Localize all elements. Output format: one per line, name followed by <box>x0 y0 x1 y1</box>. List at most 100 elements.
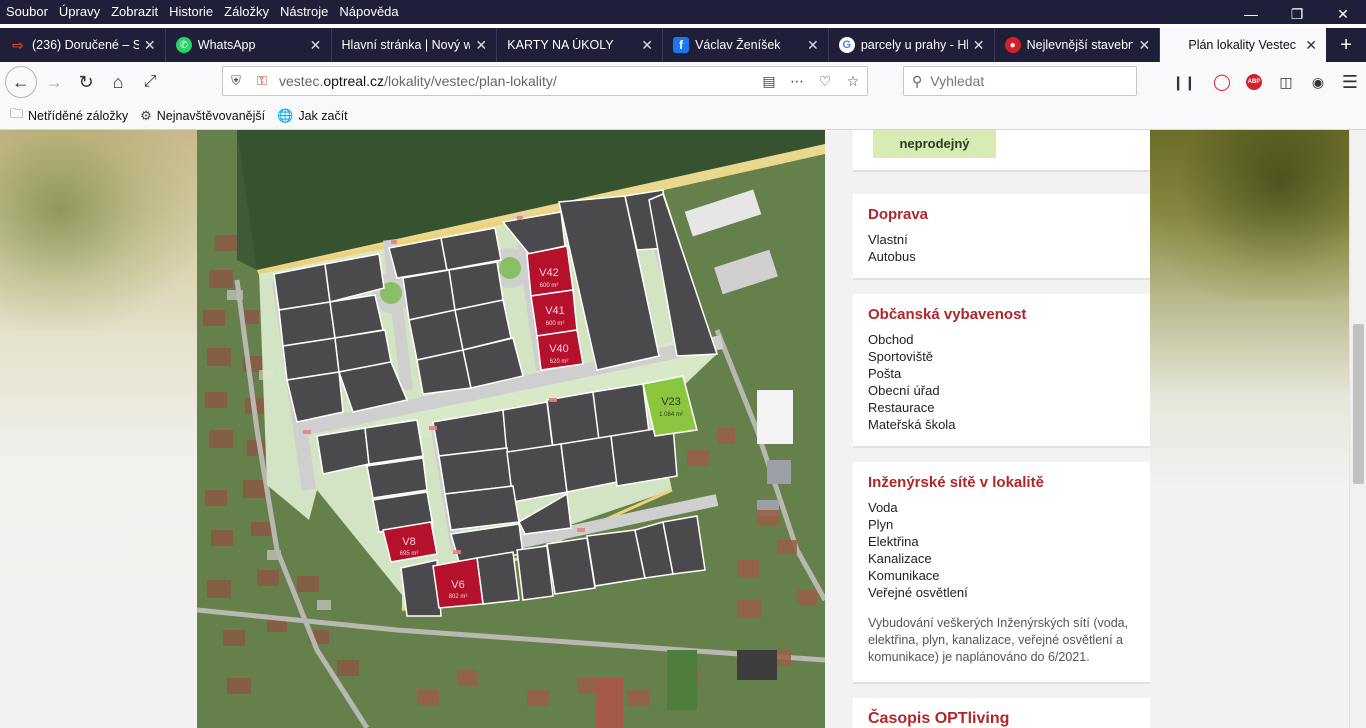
tab-label: Nejlevnější stavební <box>1026 38 1134 52</box>
list-item: Veřejné osvětlení <box>868 585 968 600</box>
plot-label-V6: V6 <box>451 579 464 591</box>
list-item: Autobus <box>868 249 916 264</box>
plot-area-V8: 695 m² <box>400 551 419 557</box>
close-tab-icon[interactable]: ✕ <box>640 37 654 54</box>
sidebar-icon[interactable]: ◫ <box>1270 67 1302 97</box>
site-note: Vybudování veškerých Inženýrských sítí (… <box>868 616 1129 664</box>
close-tab-icon[interactable]: ✕ <box>474 37 488 54</box>
plot-label-V42: V42 <box>539 267 559 279</box>
url-bar[interactable]: ⛨ ⚿ vestec.optreal.cz/lokality/vestec/pl… <box>222 66 868 96</box>
whatsapp-icon: ✆ <box>175 37 192 53</box>
bookmark-netridene[interactable]: 🗀 Netříděné záložky <box>10 105 128 127</box>
reload-icon[interactable]: ↻ <box>71 67 101 97</box>
close-tab-icon[interactable]: ✕ <box>143 37 157 54</box>
menu-upravy[interactable]: Úpravy <box>53 0 105 24</box>
tab-label: Plán lokality Vestec <box>1188 38 1297 52</box>
plot-label-V40: V40 <box>549 343 569 355</box>
bookmark-star-icon[interactable]: ☆ <box>839 73 867 90</box>
shield-icon[interactable]: ⛨ <box>223 73 249 89</box>
tab-label: KARTY NA ÚKOLY <box>507 38 614 52</box>
url-text[interactable]: vestec.optreal.cz/lokality/vestec/plan-l… <box>275 73 755 89</box>
site-title: Inženýrské sítě v lokalitě <box>868 474 1044 491</box>
bookmarks-bar: 🗀 Netříděné záložky ⚙ Nejnavštěvovanější… <box>0 102 1366 130</box>
tab-facebook[interactable]: f Václav Ženíšek ✕ <box>663 28 829 62</box>
fullscreen-icon[interactable]: ⤢ <box>135 67 165 97</box>
tab-plan-lokality[interactable]: Plán lokality Vestec ✕ <box>1160 28 1327 62</box>
background-image-right <box>1150 130 1366 728</box>
facebook-icon: f <box>673 37 690 53</box>
list-item: Kanalizace <box>868 551 932 566</box>
bookmark-nejnavstevovanejsi[interactable]: ⚙ Nejnavštěvovanější <box>140 108 265 124</box>
forward-icon[interactable]: → <box>39 67 69 97</box>
list-item: Voda <box>868 500 898 515</box>
plot-area-V41: 600 m² <box>546 321 565 327</box>
plot-label-V8: V8 <box>402 536 415 548</box>
new-tab-icon[interactable]: + <box>1326 28 1366 62</box>
list-item: Vlastní <box>868 232 908 247</box>
hamburger-menu-icon[interactable]: ☰ <box>1334 67 1366 97</box>
casopis-title[interactable]: Časopis OPTliving <box>868 710 1135 728</box>
mail-icon: ⇨ <box>12 36 24 53</box>
pocket-icon[interactable]: ♡ <box>811 73 839 90</box>
search-placeholder: Vyhledat <box>930 73 985 89</box>
plot-area-V6: 802 m² <box>449 594 468 600</box>
restore-icon[interactable]: ❐ <box>1274 0 1320 28</box>
back-icon[interactable]: ← <box>5 66 37 98</box>
account-icon[interactable]: ◉ <box>1302 67 1334 97</box>
scrollbar-thumb[interactable] <box>1353 324 1364 484</box>
menu-nastroje[interactable]: Nástroje <box>274 0 333 24</box>
menu-zobrazit[interactable]: Zobrazit <box>105 0 163 24</box>
menu-historie[interactable]: Historie <box>163 0 218 24</box>
tab-label: Václav Ženíšek <box>695 38 781 52</box>
tab-nejlevnejsi[interactable]: ● Nejlevnější stavební ✕ <box>995 28 1161 62</box>
menu-zalozky[interactable]: Záložky <box>218 0 274 24</box>
more-actions-icon[interactable]: ⋯ <box>783 73 811 90</box>
minimize-icon[interactable]: — <box>1228 0 1274 28</box>
tab-mail[interactable]: ⇨ (236) Doručené – Se ✕ <box>0 28 166 62</box>
adblock-icon[interactable]: ABP <box>1238 67 1270 97</box>
plot-area-V42: 600 m² <box>540 283 559 289</box>
close-tab-icon[interactable]: ✕ <box>972 37 986 54</box>
obcanska-panel: Občanská vybavenost Obchod Sportoviště P… <box>853 294 1150 448</box>
tab-google[interactable]: G parcely u prahy - Hl ✕ <box>829 28 995 62</box>
list-item: Plyn <box>868 517 894 532</box>
background-image-left <box>0 130 197 728</box>
tab-whatsapp[interactable]: ✆ WhatsApp ✕ <box>166 28 332 62</box>
list-item: Mateřská škola <box>868 417 956 432</box>
close-window-icon[interactable]: ✕ <box>1320 0 1366 28</box>
navigation-bar: ← → ↻ ⌂ ⤢ ⛨ ⚿ vestec.optreal.cz/lokality… <box>0 62 1366 102</box>
obcanska-title: Občanská vybavenost <box>868 306 1027 323</box>
close-tab-icon[interactable]: ✕ <box>309 37 323 54</box>
status-badge: neprodejný <box>873 130 996 158</box>
bookmark-jak-zacit[interactable]: 🌐 Jak začít <box>277 108 348 124</box>
opera-icon[interactable]: ◯ <box>1206 67 1238 97</box>
list-item: Restaurace <box>868 400 935 415</box>
doprava-panel: Doprava Vlastní Autobus <box>853 194 1150 280</box>
menu-soubor[interactable]: Soubor <box>0 0 53 24</box>
close-tab-icon[interactable]: ✕ <box>1137 37 1151 54</box>
menu-bar: Soubor Úpravy Zobrazit Historie Záložky … <box>0 0 1366 24</box>
tab-karty[interactable]: KARTY NA ÚKOLY ✕ <box>497 28 664 62</box>
doprava-title: Doprava <box>868 206 929 223</box>
red-site-icon: ● <box>1004 37 1021 53</box>
list-item: Obchod <box>868 332 914 347</box>
google-icon: G <box>838 37 855 53</box>
plot-label-V23: V23 <box>661 396 681 408</box>
menu-napoveda[interactable]: Nápověda <box>333 0 403 24</box>
site-plan-map[interactable]: V42 600 m² V41 600 m² V40 620 m² V23 1 0… <box>197 130 825 728</box>
home-icon[interactable]: ⌂ <box>103 67 133 97</box>
library-icon[interactable]: ❙❙ <box>1168 67 1200 97</box>
page-scrollbar[interactable] <box>1349 130 1366 728</box>
search-bar[interactable]: ⚲ Vyhledat <box>903 66 1137 96</box>
reader-view-icon[interactable]: ▤ <box>755 73 783 90</box>
list-item: Elektřina <box>868 534 919 549</box>
close-tab-icon[interactable]: ✕ <box>1304 37 1318 54</box>
folder-icon: 🗀 <box>10 105 24 121</box>
gear-icon: ⚙ <box>140 107 152 123</box>
tab-label: WhatsApp <box>197 38 256 52</box>
close-tab-icon[interactable]: ✕ <box>806 37 820 54</box>
tab-hlavni-stranka[interactable]: Hlavní stránka | Nový w ✕ <box>332 28 498 62</box>
globe-icon: 🌐 <box>277 107 294 123</box>
insecure-lock-icon[interactable]: ⚿ <box>249 73 275 89</box>
list-item: Pošta <box>868 366 902 381</box>
